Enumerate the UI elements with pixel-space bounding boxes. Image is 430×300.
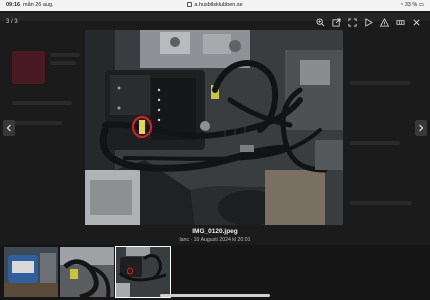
background-text-block [350,141,400,145]
image-meta: lanc · 10 Augusti 2024 kl 20:01 [179,237,251,243]
chevron-left-icon [6,124,11,132]
image-counter: 3 / 3 [6,19,18,25]
slideshow-icon [364,17,373,27]
previous-image-button[interactable] [3,120,15,136]
background-thumbnail [12,51,45,84]
zoom-button[interactable] [312,14,328,30]
status-right: ◔ 33 % ▭ [400,2,424,8]
fullscreen-button[interactable] [344,14,360,30]
wifi-icon: ◔ [399,2,404,8]
url-text: a.husbilsklubben.se [194,2,243,8]
home-indicator[interactable] [160,294,270,297]
battery-level: 33 % [404,2,418,8]
grid-icon [395,19,405,25]
zoom-in-icon [315,17,324,26]
thumbnail-1-image [4,247,58,297]
status-bar: 09:16 mån 26 aug. a.husbilsklubben.se ◔ … [0,0,430,11]
lock-icon [187,2,193,8]
thumbnail-2-image [60,247,114,297]
lightbox-toolbar [312,14,424,30]
image-filename: IMG_0120.jpeg [192,228,238,235]
next-image-button[interactable] [415,120,427,136]
close-button[interactable] [408,14,424,30]
thumbnail-2[interactable] [60,247,114,297]
report-button[interactable] [376,14,392,30]
main-photo[interactable] [85,30,343,225]
battery-icon: ▭ [418,2,424,8]
fullscreen-icon [347,17,357,27]
close-icon [412,18,420,26]
background-text-block [50,61,76,65]
thumbnails-toggle-button[interactable] [392,14,408,30]
thumbnail-3[interactable] [115,246,171,298]
thumbnail-3-image [116,247,170,297]
open-external-icon [331,17,341,27]
open-original-button[interactable] [328,14,344,30]
background-text-block [350,81,410,85]
image-caption: IMG_0120.jpeg lanc · 10 Augusti 2024 kl … [0,228,430,243]
warning-icon [379,17,389,27]
background-text-block [12,121,62,125]
thumbnail-1[interactable] [4,247,58,297]
engine-bay-illustration [85,30,343,225]
background-text-block [350,201,412,205]
slideshow-button[interactable] [360,14,376,30]
address-bar[interactable]: a.husbilsklubben.se [0,2,430,8]
chevron-right-icon [419,124,424,132]
background-text-block [12,101,72,105]
background-text-block [50,53,80,57]
